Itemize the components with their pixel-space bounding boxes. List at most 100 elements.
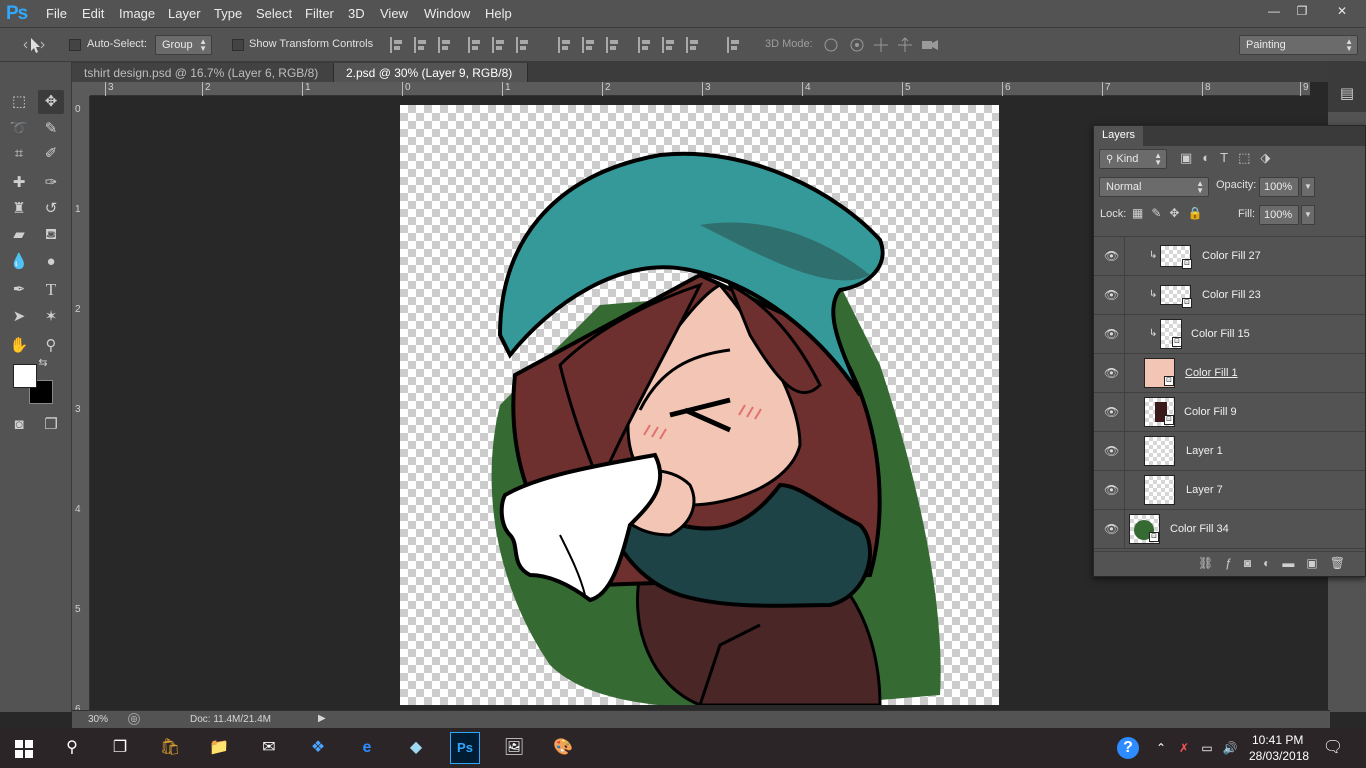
history-brush-icon[interactable]: ↺ [38,197,64,221]
app-icon[interactable]: ◆ [403,736,429,760]
healing-brush-icon[interactable]: ✚ [6,171,32,195]
auto-select-dropdown[interactable]: Group ▲ ▼ [155,35,212,55]
layer-row[interactable]: 👁 ↳ ⊡ Color Fill 27 [1094,237,1365,276]
align-icon[interactable] [468,37,482,53]
screen-mode-icon[interactable]: ❐ [38,413,64,437]
path-select-icon[interactable]: ➤ [6,305,32,329]
blend-mode-dropdown[interactable]: Normal ▲ ▼ [1099,177,1209,197]
align-icon[interactable] [727,37,741,53]
align-icon[interactable] [558,37,572,53]
store-icon[interactable]: 🛍 [157,736,183,760]
menu-3d[interactable]: 3D [348,6,365,21]
menu-select[interactable]: Select [256,6,292,21]
eye-icon[interactable]: 👁 [1104,444,1119,458]
close-window-button[interactable]: ✕ [1320,0,1364,22]
layer-name[interactable]: Layer 7 [1186,484,1223,496]
rectangular-marquee-icon[interactable]: ⬚ [6,90,32,114]
eye-icon[interactable]: 👁 [1104,327,1119,341]
align-icon[interactable] [686,37,700,53]
status-info-icon[interactable]: ◎ [128,713,140,725]
align-icon[interactable] [606,37,620,53]
layer-name[interactable]: Color Fill 27 [1202,250,1261,262]
opacity-slider-toggle[interactable]: ▼ [1301,177,1315,197]
layer-name[interactable]: Color Fill 23 [1202,289,1261,301]
photos-icon[interactable]: 🖼 [501,736,527,760]
layers-panel-icon[interactable]: ▤ [1336,84,1358,106]
task-view-icon[interactable]: ❐ [107,736,133,760]
photoshop-taskbar-icon[interactable]: Ps [450,732,480,764]
file-explorer-icon[interactable]: 📁 [206,736,232,760]
dodge-icon[interactable]: ● [38,250,64,274]
eye-icon[interactable]: 👁 [1104,288,1119,302]
layer-action-icons[interactable]: ⛓ƒ◙◐▬▣🗑 [1198,556,1364,572]
lasso-icon[interactable]: ➰ [6,117,32,141]
custom-shape-icon[interactable]: ✶ [38,305,64,329]
restore-button[interactable]: ❐ [1288,0,1316,22]
paint-icon[interactable]: 🎨 [550,736,576,760]
menu-help[interactable]: Help [485,6,512,21]
blur-icon[interactable]: 💧 [6,250,32,274]
mail-icon[interactable]: ✉ [256,736,282,760]
align-icon[interactable] [438,37,452,53]
eye-icon[interactable]: 👁 [1104,249,1119,263]
status-menu-arrow-icon[interactable]: ▶ [318,713,326,724]
menu-type[interactable]: Type [214,6,242,21]
clock-time[interactable]: 10:41 PM [1252,733,1303,747]
align-icon[interactable] [492,37,506,53]
foreground-color-swatch[interactable] [13,364,37,388]
help-icon[interactable]: ? [1117,737,1139,759]
workspace-dropdown[interactable]: Painting ▲ ▼ [1239,35,1358,55]
align-icon[interactable] [390,37,404,53]
layer-row[interactable]: 👁 Layer 1 [1094,432,1365,471]
layer-name[interactable]: Color Fill 15 [1191,328,1250,340]
menu-file[interactable]: File [46,6,67,21]
hand-icon[interactable]: ✋ [6,334,32,358]
zoom-icon[interactable]: ⚲ [38,334,64,358]
crop-icon[interactable]: ⌗ [6,142,32,166]
align-icon[interactable] [638,37,652,53]
layer-row[interactable]: 👁 ⊡ Color Fill 9 [1094,393,1365,432]
clone-stamp-icon[interactable]: ♜ [6,197,32,221]
layer-name[interactable]: Color Fill 1 [1185,367,1238,379]
quick-mask-icon[interactable]: ◙ [6,413,32,437]
volume-icon[interactable]: 🔊 [1217,736,1243,760]
align-icon[interactable] [582,37,596,53]
brush-icon[interactable]: ✑ [38,171,64,195]
paint-bucket-icon[interactable]: ⛾ [38,223,64,247]
3d-mode-icons[interactable] [822,35,942,55]
layer-row[interactable]: 👁 ⊡ Color Fill 34 [1094,510,1365,549]
menu-layer[interactable]: Layer [168,6,201,21]
eye-icon[interactable]: 👁 [1104,522,1119,536]
swap-colors-icon[interactable]: ⇆ [36,356,50,370]
auto-select-checkbox[interactable] [69,39,81,51]
pen-icon[interactable]: ✒ [6,278,32,302]
align-icon[interactable] [414,37,428,53]
tab-tshirt-design[interactable]: tshirt design.psd @ 16.7% (Layer 6, RGB/… [72,63,334,94]
move-tool-icon[interactable]: ✥ [38,90,64,114]
layer-name[interactable]: Layer 1 [1186,445,1223,457]
minimize-button[interactable]: — [1260,0,1288,22]
eye-icon[interactable]: 👁 [1104,483,1119,497]
menu-edit[interactable]: Edit [82,6,104,21]
fill-field[interactable]: 100% [1259,205,1299,225]
notifications-icon[interactable]: 🗨 [1320,736,1346,760]
layer-name[interactable]: Color Fill 9 [1184,406,1237,418]
eye-icon[interactable]: 👁 [1104,405,1119,419]
quick-select-icon[interactable]: ✎ [38,117,64,141]
edge-icon[interactable]: e [354,736,380,760]
clock-date[interactable]: 28/03/2018 [1249,749,1309,763]
layer-row[interactable]: 👁 ⊡ Color Fill 1 [1094,354,1365,393]
menu-image[interactable]: Image [119,6,155,21]
search-icon[interactable]: ⚲ [59,736,85,760]
eye-icon[interactable]: 👁 [1104,366,1119,380]
document-canvas[interactable] [400,105,999,709]
layer-kind-filter[interactable]: ⚲ Kind ▲ ▼ [1099,149,1167,169]
tab-layers[interactable]: Layers [1094,126,1144,146]
menu-view[interactable]: View [380,6,408,21]
layer-row[interactable]: 👁 ↳ ⊡ Color Fill 23 [1094,276,1365,315]
zoom-level[interactable]: 30% [88,714,108,725]
layer-filter-icons[interactable]: ▣◐T⬚⬗ [1180,150,1310,168]
transform-controls-checkbox[interactable] [232,39,244,51]
lock-icons[interactable]: ▦✎✥🔒 [1132,206,1212,222]
menu-filter[interactable]: Filter [305,6,334,21]
